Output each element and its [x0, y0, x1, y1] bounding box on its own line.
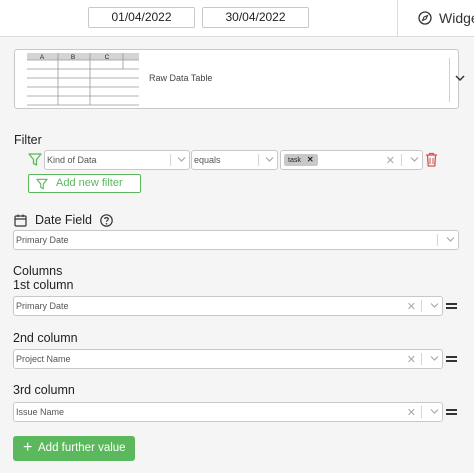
funnel-icon [28, 153, 42, 166]
start-date-input[interactable]: 01/04/2022 [88, 7, 195, 28]
tab-widget-label: Widge [439, 10, 474, 26]
column-2-value: Project Name [16, 354, 71, 364]
add-further-value-label: Add further value [38, 442, 126, 454]
filter-value-tag: task ✕ [284, 154, 318, 166]
date-field-section: Date Field [14, 212, 113, 228]
chevron-down-icon [177, 157, 186, 162]
column-3-select[interactable]: Issue Name ✕ [13, 402, 443, 422]
widget-settings-panel: A B C Raw Data Table Filter Kind of Data… [0, 37, 474, 473]
chevron-down-icon [265, 157, 274, 162]
column-2-label: 2nd column [13, 331, 78, 345]
add-new-filter-label: Add new filter [56, 177, 123, 189]
column-1-value: Primary Date [16, 301, 69, 311]
chevron-down-icon[interactable] [455, 74, 465, 82]
column-1-label: 1st column [13, 278, 74, 292]
clear-icon[interactable]: ✕ [386, 152, 395, 170]
filter-field-value: Kind of Data [47, 155, 97, 165]
calendar-icon [14, 214, 27, 227]
filter-operator-value: equals [194, 155, 221, 165]
compass-icon [418, 11, 432, 25]
date-field-value: Primary Date [16, 235, 69, 245]
column-3-value: Issue Name [16, 407, 65, 417]
column-1-select[interactable]: Primary Date ✕ [13, 296, 443, 316]
clear-icon[interactable]: ✕ [407, 351, 416, 369]
topbar-divider [397, 0, 398, 37]
clear-icon[interactable]: ✕ [407, 298, 416, 316]
chevron-down-icon [430, 409, 439, 414]
chevron-down-icon [410, 157, 419, 162]
date-field-select[interactable]: Primary Date [13, 230, 459, 250]
drag-handle-icon[interactable] [446, 356, 457, 364]
end-date-input[interactable]: 30/04/2022 [202, 7, 309, 28]
column-2-select[interactable]: Project Name ✕ [13, 349, 443, 369]
help-icon[interactable] [100, 213, 113, 227]
columns-section-label: Columns [13, 264, 63, 278]
tab-widget[interactable]: Widge [418, 9, 474, 27]
visualization-divider [449, 58, 450, 102]
trash-icon[interactable] [425, 152, 438, 167]
chevron-down-icon [430, 303, 439, 308]
table-thumbnail-icon: A B C [27, 53, 139, 106]
drag-handle-icon[interactable] [446, 303, 457, 311]
plus-icon: + [23, 439, 33, 456]
add-further-value-button[interactable]: + Add further value [13, 436, 135, 461]
filter-field-select[interactable]: Kind of Data [44, 150, 190, 170]
remove-tag-icon[interactable]: ✕ [307, 155, 314, 164]
filter-value-tag-label: task [288, 157, 301, 164]
filter-operator-select[interactable]: equals [191, 150, 278, 170]
visualization-select[interactable]: A B C Raw Data Table [14, 49, 465, 109]
drag-handle-icon[interactable] [446, 409, 457, 417]
column-3-label: 3rd column [13, 383, 75, 397]
top-bar: 01/04/2022 30/04/2022 Widge [0, 0, 474, 37]
chevron-down-icon [446, 237, 455, 242]
clear-icon[interactable]: ✕ [407, 404, 416, 422]
add-new-filter-button[interactable]: Add new filter [28, 174, 141, 193]
filter-section-label: Filter [14, 133, 42, 147]
funnel-icon [36, 178, 48, 190]
chevron-down-icon [430, 356, 439, 361]
date-field-section-label: Date Field [35, 213, 92, 227]
visualization-label: Raw Data Table [149, 73, 213, 83]
filter-value-select[interactable]: task ✕ ✕ [280, 150, 423, 170]
